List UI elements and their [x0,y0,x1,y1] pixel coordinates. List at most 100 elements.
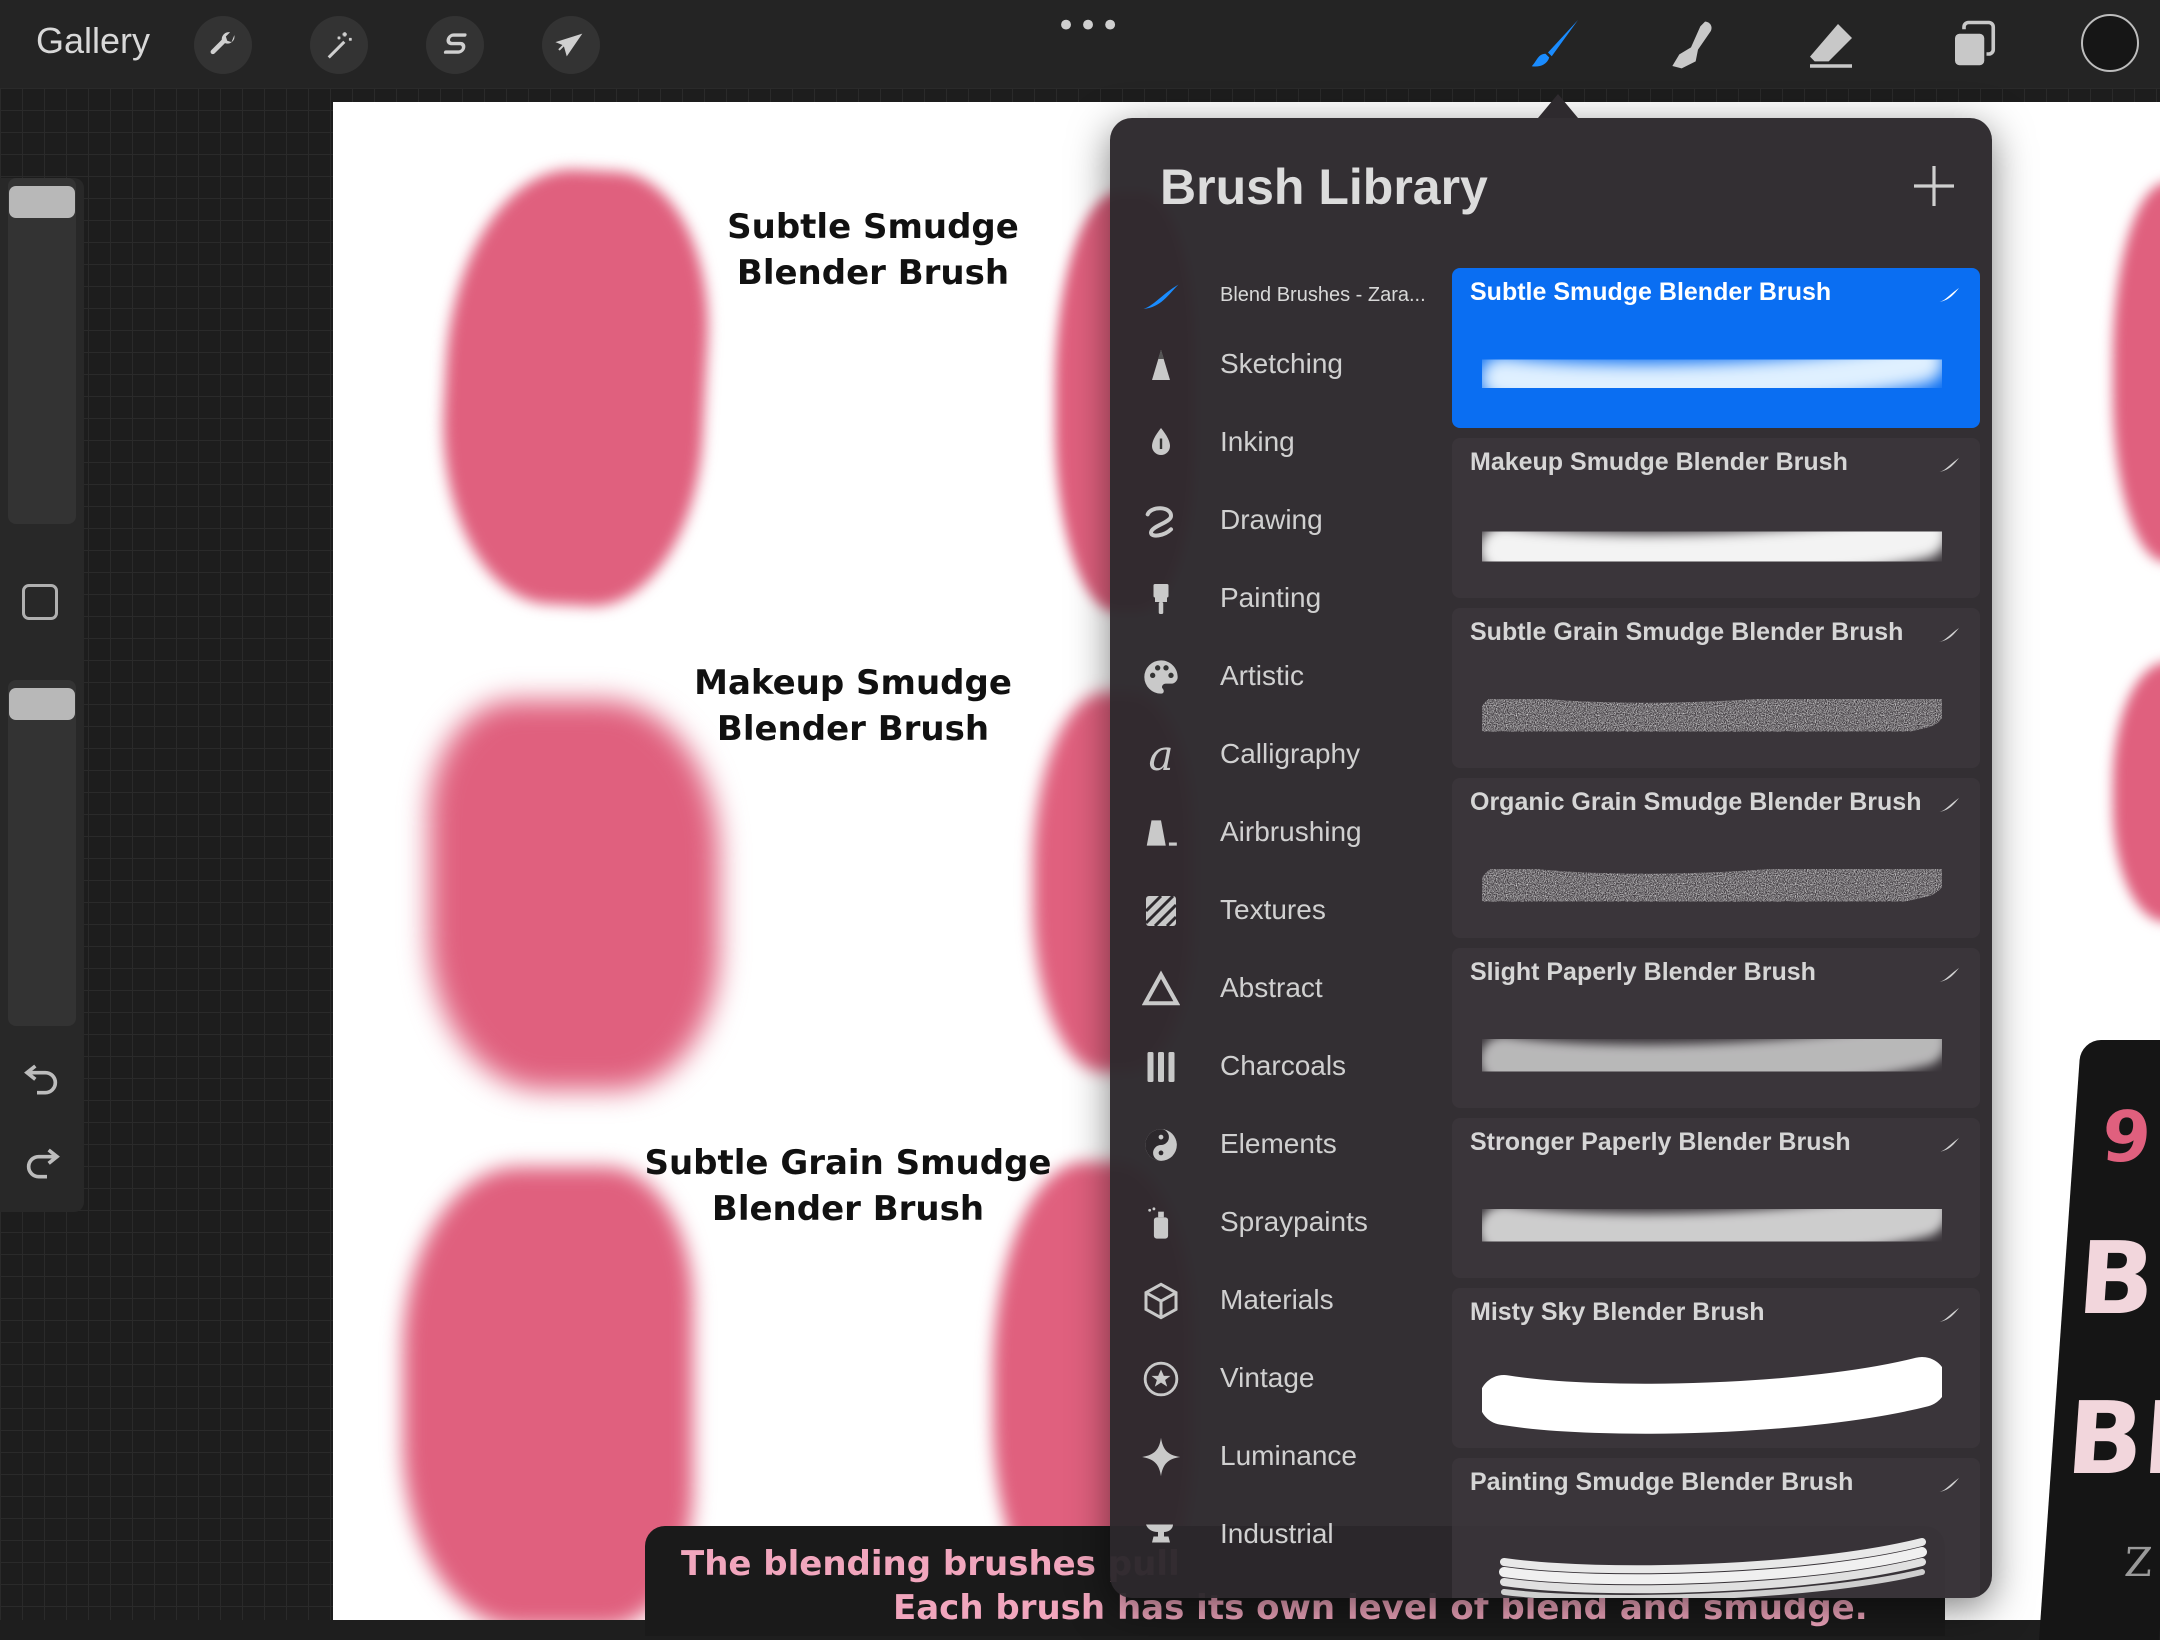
sample-label: Subtle Grain Smudge Blender Brush [623,1140,1073,1232]
brush-item-painting-smudge[interactable]: Painting Smudge Blender Brush [1452,1458,1980,1598]
pen-nib-icon [1140,422,1182,464]
category-elements[interactable]: Elements [1140,1110,1450,1180]
squiggle-icon [1140,500,1182,542]
selection-s-icon[interactable] [426,16,484,74]
pencil-tip-icon [1140,344,1182,386]
brush-stroke-preview [1482,676,1942,755]
brush-stroke-preview [1482,340,1942,408]
spray-can-icon [1140,1202,1182,1244]
category-label: Luminance [1220,1440,1357,1471]
popover-arrow [1538,94,1578,118]
opacity-handle[interactable] [9,688,75,720]
category-drawing[interactable]: Drawing [1140,486,1450,556]
category-sketching[interactable]: Sketching [1140,330,1450,400]
category-label: Inking [1220,426,1295,457]
brush-name: Stronger Paperly Blender Brush [1470,1128,1851,1156]
imported-brush-icon [1140,274,1182,316]
brush-name: Makeup Smudge Blender Brush [1470,448,1848,476]
category-vintage[interactable]: Vintage [1140,1344,1450,1414]
arrow-cursor-icon[interactable] [542,16,600,74]
star-badge-icon [1140,1358,1182,1400]
subtle-smudge-sample [433,163,717,612]
category-charcoals[interactable]: Charcoals [1140,1032,1450,1102]
makeup-smudge-sample [429,700,719,1090]
sample-label-line: Blender Brush [711,1189,985,1229]
category-blend-brushes[interactable]: Blend Brushes - Zara... [1140,260,1450,330]
color-picker-button[interactable] [2081,14,2139,72]
brush-item-subtle-grain-smudge[interactable]: Subtle Grain Smudge Blender Brush [1452,608,1980,768]
category-luminance[interactable]: Luminance [1140,1422,1450,1492]
category-label: Textures [1220,894,1326,925]
category-label: Drawing [1220,504,1323,535]
imported-brush-icon [1939,798,1959,812]
brush-stroke-preview [1482,1018,1942,1093]
brush-icon[interactable] [1518,10,1588,80]
category-industrial[interactable]: Industrial [1140,1500,1450,1570]
top-toolbar: Gallery ••• [0,0,2160,88]
promo-small-text: Z [2122,1540,2154,1586]
category-label: Sketching [1220,348,1343,379]
calligraphy-a-icon: a [1148,730,1174,780]
category-painting[interactable]: Painting [1140,564,1450,634]
canvas-blob [2113,182,2160,562]
category-label: Industrial [1220,1518,1334,1549]
opacity-slider[interactable] [8,680,76,1026]
gallery-button[interactable]: Gallery [36,20,150,62]
brush-item-misty-sky[interactable]: Misty Sky Blender Brush [1452,1288,1980,1448]
brush-size-slider[interactable] [8,178,76,524]
brush-name: Slight Paperly Blender Brush [1470,958,1816,986]
brush-name: Painting Smudge Blender Brush [1470,1468,1854,1496]
brush-name: Subtle Grain Smudge Blender Brush [1470,618,1904,646]
sample-label-line: Blender Brush [736,253,1010,293]
imported-brush-icon [1939,1478,1959,1492]
category-artistic[interactable]: Artistic [1140,642,1450,712]
magic-wand-icon[interactable] [310,16,368,74]
airbrush-icon [1140,812,1182,854]
category-spraypaints[interactable]: Spraypaints [1140,1188,1450,1258]
imported-brush-icon [1939,458,1959,472]
category-label: Airbrushing [1220,816,1362,847]
category-textures[interactable]: Textures [1140,876,1450,946]
promo-title-line: BR [2063,1380,2160,1497]
charcoal-sticks-icon [1140,1046,1182,1088]
category-label: Blend Brushes - Zara... [1220,284,1426,306]
category-airbrushing[interactable]: Airbrushing [1140,798,1450,868]
category-inking[interactable]: Inking [1140,408,1450,478]
redo-icon[interactable] [22,1140,62,1184]
sample-label-line: Makeup Smudge [694,663,1012,703]
brush-size-handle[interactable] [9,186,75,218]
brush-item-slight-paperly[interactable]: Slight Paperly Blender Brush [1452,948,1980,1108]
category-label: Materials [1220,1284,1334,1315]
hatch-texture-icon [1140,890,1182,932]
imported-brush-icon [1939,288,1959,302]
banner-line: The blending brushes pull [681,1544,1180,1584]
wrench-icon[interactable] [194,16,252,74]
brush-item-organic-grain-smudge[interactable]: Organic Grain Smudge Blender Brush [1452,778,1980,938]
layers-icon[interactable] [1938,10,2008,80]
category-calligraphy[interactable]: a Calligraphy [1140,720,1450,790]
brush-library-title: Brush Library [1160,159,1488,215]
brush-name: Misty Sky Blender Brush [1470,1298,1765,1326]
imported-brush-icon [1939,968,1959,982]
canvas-blob [2113,662,2160,922]
category-materials[interactable]: Materials [1140,1266,1450,1336]
left-sidebar [0,178,84,1212]
eraser-icon[interactable] [1796,10,1866,80]
smudge-finger-icon[interactable] [1656,10,1726,80]
brush-item-stronger-paperly[interactable]: Stronger Paperly Blender Brush [1452,1118,1980,1278]
square-icon[interactable] [22,584,58,620]
brush-item-makeup-smudge[interactable]: Makeup Smudge Blender Brush [1452,438,1980,598]
undo-icon[interactable] [22,1056,62,1100]
category-label: Artistic [1220,660,1304,691]
anvil-icon [1140,1514,1182,1556]
cube-icon [1140,1280,1182,1322]
more-options-icon[interactable]: ••• [1056,6,1122,46]
plus-icon[interactable] [1910,162,1958,210]
category-label: Abstract [1220,972,1323,1003]
paintbrush-icon [1140,578,1182,620]
category-label: Charcoals [1220,1050,1347,1081]
brush-stroke-preview [1482,1187,1942,1264]
category-abstract[interactable]: Abstract [1140,954,1450,1024]
sparkle-icon [1140,1436,1182,1478]
brush-item-subtle-smudge[interactable]: Subtle Smudge Blender Brush [1452,268,1980,428]
